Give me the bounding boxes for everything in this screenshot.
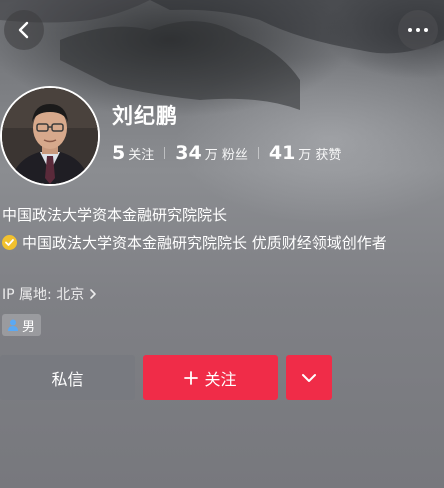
message-button-label: 私信 (51, 369, 84, 389)
back-button[interactable] (4, 10, 44, 50)
more-options-button[interactable] (398, 10, 438, 50)
profile-bio: 中国政法大学资本金融研究院院长 (2, 206, 228, 224)
profile-stats: 5 关注 34 万 粉丝 41 万 获赞 (112, 142, 341, 164)
profile-name: 刘纪鹏 (112, 104, 178, 128)
gender-text: 男 (22, 319, 36, 335)
avatar-portrait (2, 88, 98, 184)
followers-count[interactable]: 34 (175, 142, 201, 164)
verification-text: 中国政法大学资本金融研究院院长 优质财经领域创作者 (22, 234, 387, 252)
male-icon (8, 319, 18, 331)
gender-tag: 男 (2, 314, 42, 336)
stat-divider (164, 147, 166, 159)
follow-button[interactable]: 关注 (143, 355, 278, 400)
chevron-left-icon (18, 21, 29, 39)
followers-label[interactable]: 万 粉丝 (205, 144, 248, 163)
chevron-down-icon (302, 373, 316, 382)
ip-location[interactable]: IP 属地: 北京 (2, 284, 98, 304)
following-count[interactable]: 5 (112, 142, 125, 164)
plus-icon (184, 370, 199, 385)
follow-button-label: 关注 (204, 369, 237, 389)
message-button[interactable]: 私信 (0, 355, 135, 400)
ip-location-text: IP 属地: 北京 (2, 287, 85, 303)
recommend-dropdown-button[interactable] (286, 355, 332, 400)
avatar[interactable] (0, 86, 100, 186)
chevron-right-icon (90, 289, 97, 299)
more-dots-icon (408, 28, 412, 32)
verification-info: 中国政法大学资本金融研究院院长 优质财经领域创作者 (2, 232, 430, 254)
following-label[interactable]: 关注 (128, 144, 154, 163)
verified-badge-icon (2, 235, 17, 250)
likes-count: 41 (268, 142, 296, 164)
stat-divider (257, 147, 259, 159)
likes-label: 万 获赞 (298, 148, 342, 163)
